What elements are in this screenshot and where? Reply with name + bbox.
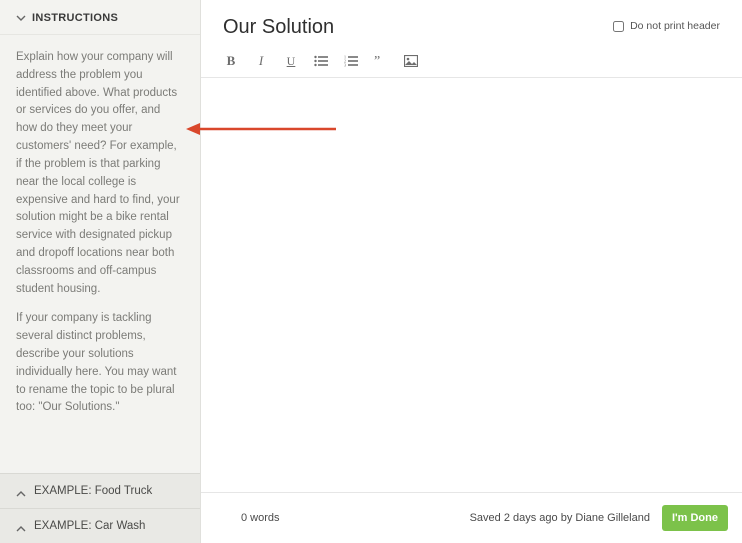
done-button[interactable]: I'm Done — [662, 505, 728, 531]
app-layout: INSTRUCTIONS Explain how your company wi… — [0, 0, 742, 543]
saved-status: Saved 2 days ago by Diane Gilleland — [470, 512, 650, 524]
page-title: Our Solution — [223, 16, 334, 39]
word-count: 0 words — [241, 512, 280, 524]
sidebar-footer: EXAMPLE: Food Truck EXAMPLE: Car Wash — [0, 473, 200, 543]
main-panel: Our Solution Do not print header B I U 1 — [201, 0, 742, 543]
instructions-header[interactable]: INSTRUCTIONS — [0, 0, 200, 35]
chevron-up-icon — [16, 486, 26, 496]
chevron-down-icon — [16, 13, 26, 23]
example-food-truck[interactable]: EXAMPLE: Food Truck — [0, 473, 200, 508]
instructions-body: Explain how your company will address th… — [0, 35, 200, 473]
svg-text:3: 3 — [344, 63, 346, 68]
print-header-option[interactable]: Do not print header — [613, 20, 720, 32]
underline-button[interactable]: U — [283, 53, 299, 69]
status-right: Saved 2 days ago by Diane Gilleland I'm … — [470, 505, 728, 531]
svg-text:”: ” — [374, 55, 380, 67]
main-header: Our Solution Do not print header — [201, 0, 742, 47]
editor-area[interactable] — [201, 78, 742, 492]
print-header-checkbox[interactable] — [613, 21, 624, 32]
ordered-list-button[interactable]: 1 2 3 — [343, 53, 359, 69]
instructions-para-1: Explain how your company will address th… — [16, 49, 184, 298]
example-label: EXAMPLE: Car Wash — [34, 520, 145, 532]
status-bar: 0 words Saved 2 days ago by Diane Gillel… — [201, 492, 742, 543]
editor-toolbar: B I U 1 2 3 ” — [201, 47, 742, 78]
chevron-up-icon — [16, 521, 26, 531]
quote-button[interactable]: ” — [373, 53, 389, 69]
example-label: EXAMPLE: Food Truck — [34, 485, 152, 497]
example-car-wash[interactable]: EXAMPLE: Car Wash — [0, 508, 200, 543]
unordered-list-button[interactable] — [313, 53, 329, 69]
print-header-label: Do not print header — [630, 20, 720, 32]
sidebar: INSTRUCTIONS Explain how your company wi… — [0, 0, 201, 543]
instructions-title: INSTRUCTIONS — [32, 12, 118, 24]
instructions-para-2: If your company is tackling several dist… — [16, 310, 184, 417]
image-button[interactable] — [403, 53, 419, 69]
italic-button[interactable]: I — [253, 53, 269, 69]
bold-button[interactable]: B — [223, 53, 239, 69]
